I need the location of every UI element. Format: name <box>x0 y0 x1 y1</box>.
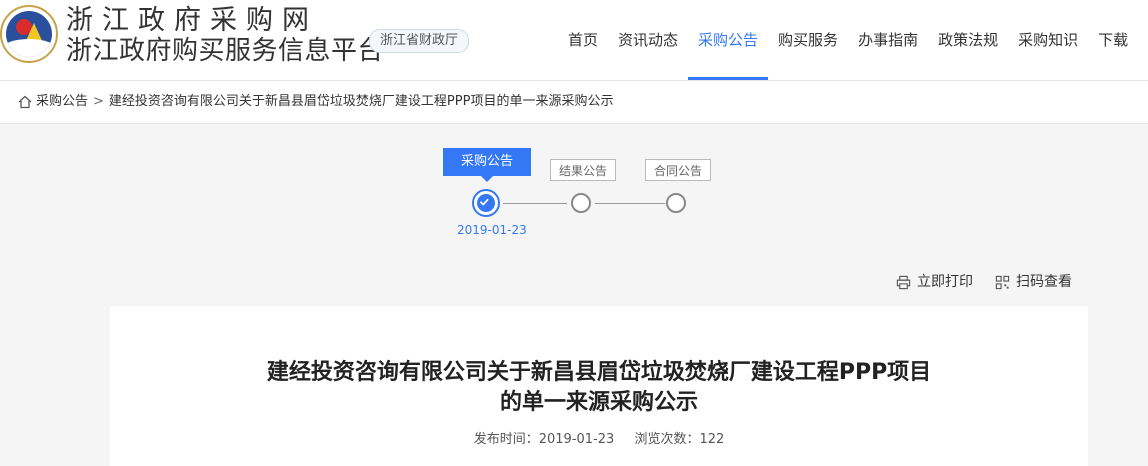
step-connector-2 <box>595 203 665 204</box>
site-header: 浙江政府采购网 浙江政府购买服务信息平台 浙江省财政厅 首页 资讯动态 采购公告… <box>0 0 1148 81</box>
scan-qrcode-button[interactable]: 扫码查看 <box>995 270 1072 294</box>
breadcrumb: 采购公告 > 建经投资咨询有限公司关于新昌县眉岱垃圾焚烧厂建设工程PPP项目的单… <box>18 81 613 123</box>
qrcode-label: 扫码查看 <box>1016 274 1072 290</box>
article-meta: 发布时间：2019-01-23 浏览次数：122 <box>110 428 1088 447</box>
article-title-line-2: 的单一来源采购公示 <box>499 390 698 415</box>
nav-item-knowledge[interactable]: 采购知识 <box>1008 0 1088 80</box>
step-label-result-notice[interactable]: 结果公告 <box>550 159 616 181</box>
step-node-result-notice[interactable] <box>571 193 591 213</box>
site-name-secondary[interactable]: 浙江政府购买服务信息平台 <box>66 36 384 66</box>
article-card: 建经投资咨询有限公司关于新昌县眉岱垃圾焚烧厂建设工程PPP项目 的单一来源采购公… <box>110 306 1088 466</box>
article-title-line-1: 建经投资咨询有限公司关于新昌县眉岱垃圾焚烧厂建设工程PPP项目 <box>266 360 932 385</box>
check-icon <box>479 198 489 206</box>
step-connector-1 <box>503 203 567 204</box>
nav-item-guide[interactable]: 办事指南 <box>848 0 928 80</box>
breadcrumb-separator: > <box>93 94 104 109</box>
emblem-wave <box>6 39 52 57</box>
nav-item-home[interactable]: 首页 <box>558 0 608 80</box>
step-node-contract-notice[interactable] <box>666 193 686 213</box>
nav-item-purchase-services[interactable]: 购买服务 <box>768 0 848 80</box>
print-button[interactable]: 立即打印 <box>896 270 973 294</box>
breadcrumb-bar: 采购公告 > 建经投资咨询有限公司关于新昌县眉岱垃圾焚烧厂建设工程PPP项目的单… <box>0 81 1148 124</box>
site-name-primary[interactable]: 浙江政府采购网 <box>66 6 318 36</box>
breadcrumb-root[interactable]: 采购公告 <box>36 81 88 123</box>
nav-item-procurement-notice[interactable]: 采购公告 <box>688 0 769 80</box>
step-label-procurement-notice[interactable]: 采购公告 <box>443 148 531 182</box>
nav-item-download[interactable]: 下载 <box>1088 0 1138 80</box>
step-label-contract-notice[interactable]: 合同公告 <box>645 159 711 181</box>
procurement-progress: 采购公告 结果公告 合同公告 2019-01-23 <box>0 123 1148 243</box>
home-icon[interactable] <box>18 95 32 109</box>
step-node-procurement-notice[interactable] <box>472 189 500 217</box>
nav-item-news[interactable]: 资讯动态 <box>608 0 688 80</box>
emblem-inner <box>6 11 52 57</box>
article-title: 建经投资咨询有限公司关于新昌县眉岱垃圾焚烧厂建设工程PPP项目 的单一来源采购公… <box>110 358 1088 418</box>
qrcode-icon <box>995 275 1010 289</box>
print-label: 立即打印 <box>917 274 973 290</box>
nav-item-policy[interactable]: 政策法规 <box>928 0 1008 80</box>
provincial-emblem-logo[interactable] <box>0 5 58 63</box>
step-date-procurement-notice: 2019-01-23 <box>457 223 527 237</box>
article-tools: 立即打印 扫码查看 <box>0 270 1148 294</box>
printer-icon <box>896 275 911 289</box>
breadcrumb-current: 建经投资咨询有限公司关于新昌县眉岱垃圾焚烧厂建设工程PPP项目的单一来源采购公示 <box>108 94 614 109</box>
department-tag[interactable]: 浙江省财政厅 <box>369 29 470 53</box>
main-nav: 首页 资讯动态 采购公告 购买服务 办事指南 政策法规 采购知识 下载 <box>558 0 1138 80</box>
